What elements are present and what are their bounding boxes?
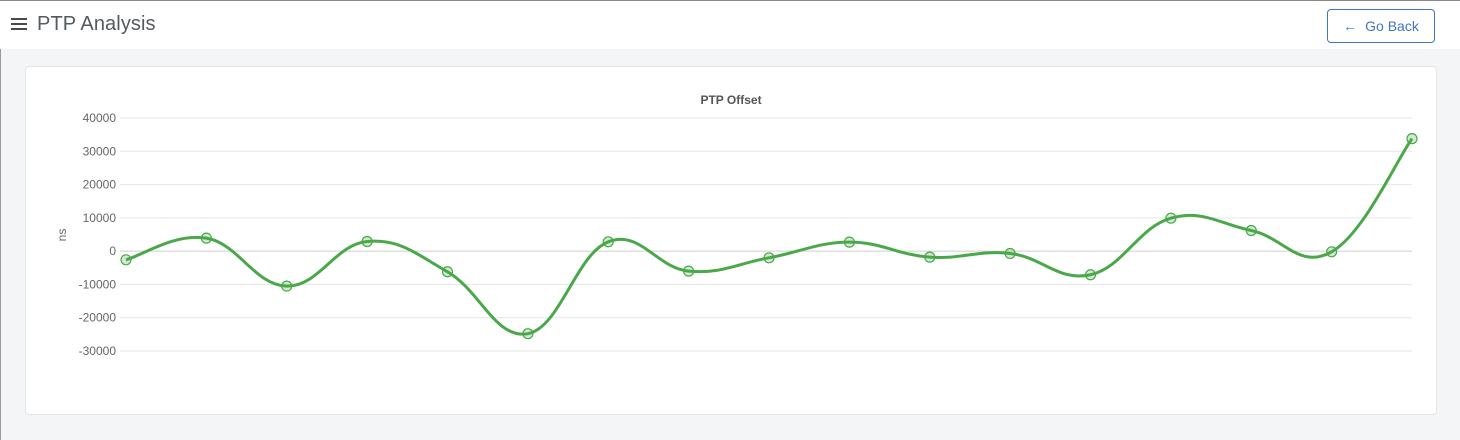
data-point[interactable] bbox=[683, 265, 695, 277]
hamburger-menu-icon[interactable] bbox=[11, 18, 27, 30]
data-point[interactable] bbox=[522, 328, 534, 340]
y-tick-label: 30000 bbox=[83, 144, 117, 158]
go-back-label: Go Back bbox=[1365, 18, 1419, 34]
data-point[interactable] bbox=[1326, 246, 1338, 258]
arrow-left-icon: ← bbox=[1343, 18, 1358, 34]
data-point[interactable] bbox=[924, 251, 936, 263]
data-point[interactable] bbox=[1004, 247, 1016, 260]
chart-card: PTP Offset ns 40000 30000 20000 10000 0 -1000… bbox=[25, 66, 1437, 415]
y-tick-label: 0 bbox=[109, 244, 116, 258]
y-tick-label: 40000 bbox=[83, 111, 117, 125]
data-point[interactable] bbox=[120, 254, 132, 266]
data-point[interactable] bbox=[843, 236, 855, 248]
data-point[interactable] bbox=[1245, 224, 1257, 237]
data-point[interactable] bbox=[602, 236, 614, 248]
data-points bbox=[120, 133, 1418, 340]
chart-grid bbox=[120, 117, 1412, 352]
chart-title: PTP Offset bbox=[700, 93, 761, 107]
app-header: PTP Analysis ← Go Back bbox=[0, 1, 1460, 49]
y-tick-label: 10000 bbox=[83, 211, 117, 225]
data-point[interactable] bbox=[1084, 269, 1097, 281]
y-axis-ticks: 40000 30000 20000 10000 0 -10000 -20000 -30000 bbox=[79, 111, 117, 358]
left-border bbox=[0, 49, 1, 440]
y-axis-label: ns bbox=[55, 229, 69, 242]
data-point[interactable] bbox=[763, 252, 775, 264]
go-back-button[interactable]: ← Go Back bbox=[1327, 9, 1435, 43]
page-title: PTP Analysis bbox=[37, 13, 156, 35]
y-tick-label: -10000 bbox=[79, 277, 117, 291]
data-point[interactable] bbox=[1406, 133, 1418, 145]
data-point[interactable] bbox=[1165, 212, 1177, 224]
data-point[interactable] bbox=[200, 232, 212, 244]
y-tick-label: -20000 bbox=[79, 311, 117, 325]
ptp-offset-chart: PTP Offset ns 40000 30000 20000 10000 0 -1000… bbox=[55, 93, 1418, 358]
series-line bbox=[125, 137, 1414, 336]
y-tick-label: -30000 bbox=[79, 344, 117, 358]
y-tick-label: 20000 bbox=[83, 178, 117, 192]
data-point[interactable] bbox=[281, 280, 293, 292]
data-point[interactable] bbox=[441, 266, 454, 278]
data-point[interactable] bbox=[361, 235, 373, 248]
